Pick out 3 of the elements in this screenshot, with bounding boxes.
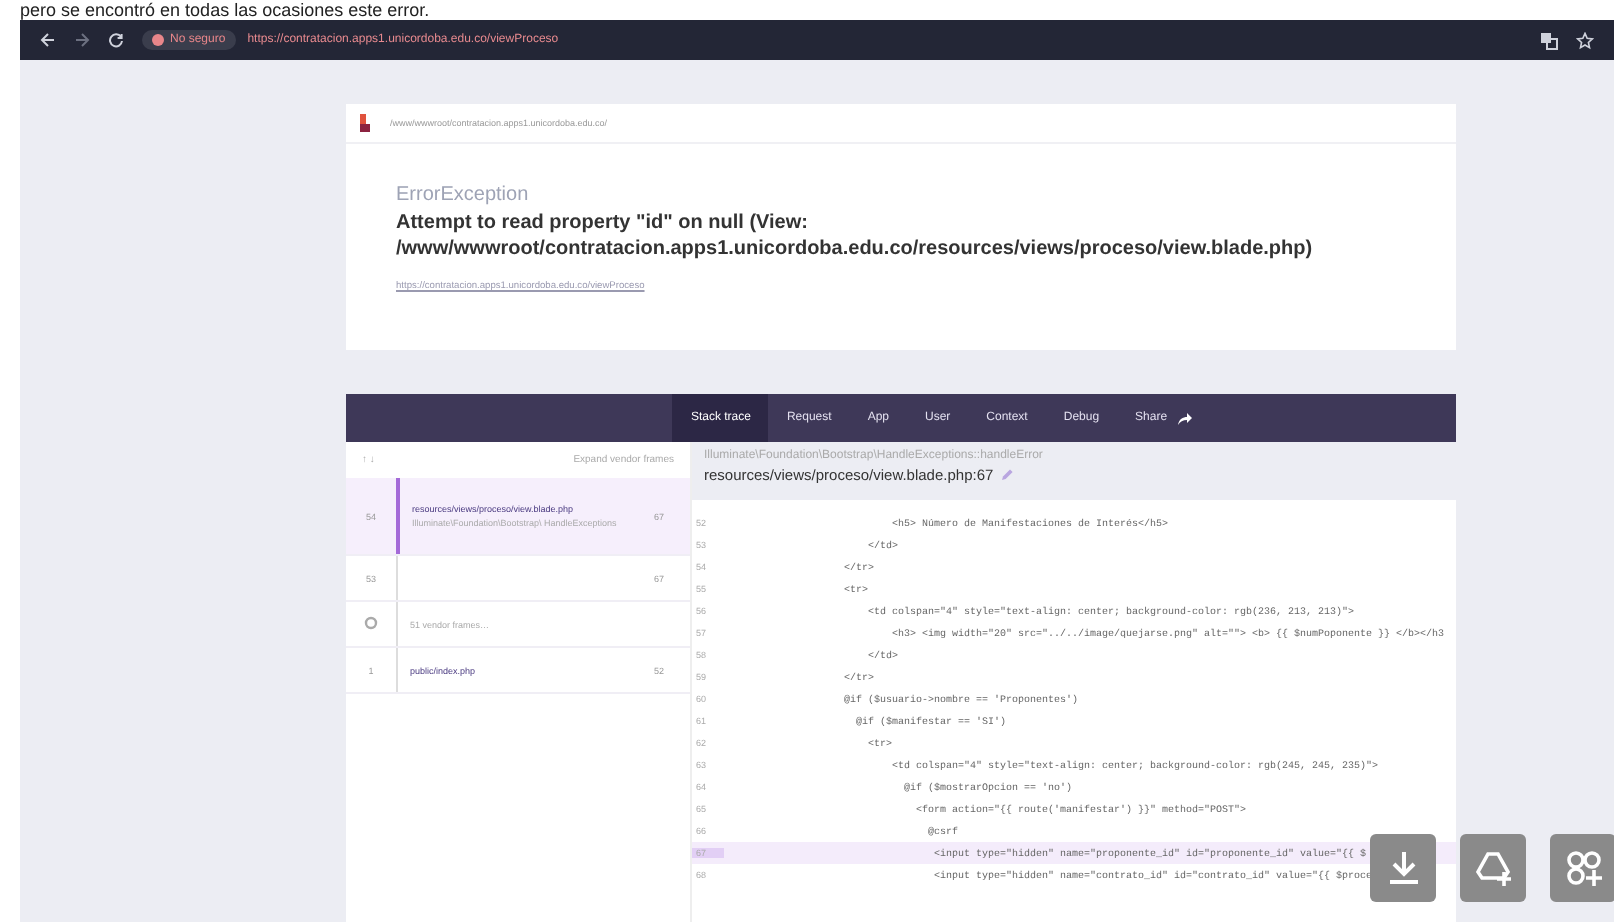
error-message: Attempt to read property "id" on null (View: /www/wwwroot/contratacion.apps1.unicordoba.edu.co/resources/views/proceso/view.blade.php): [396, 210, 1315, 262]
exception-type: ErrorException: [396, 184, 531, 206]
caption-text: pero se encontró en todas las ocasiones este error.: [18, 0, 432, 20]
